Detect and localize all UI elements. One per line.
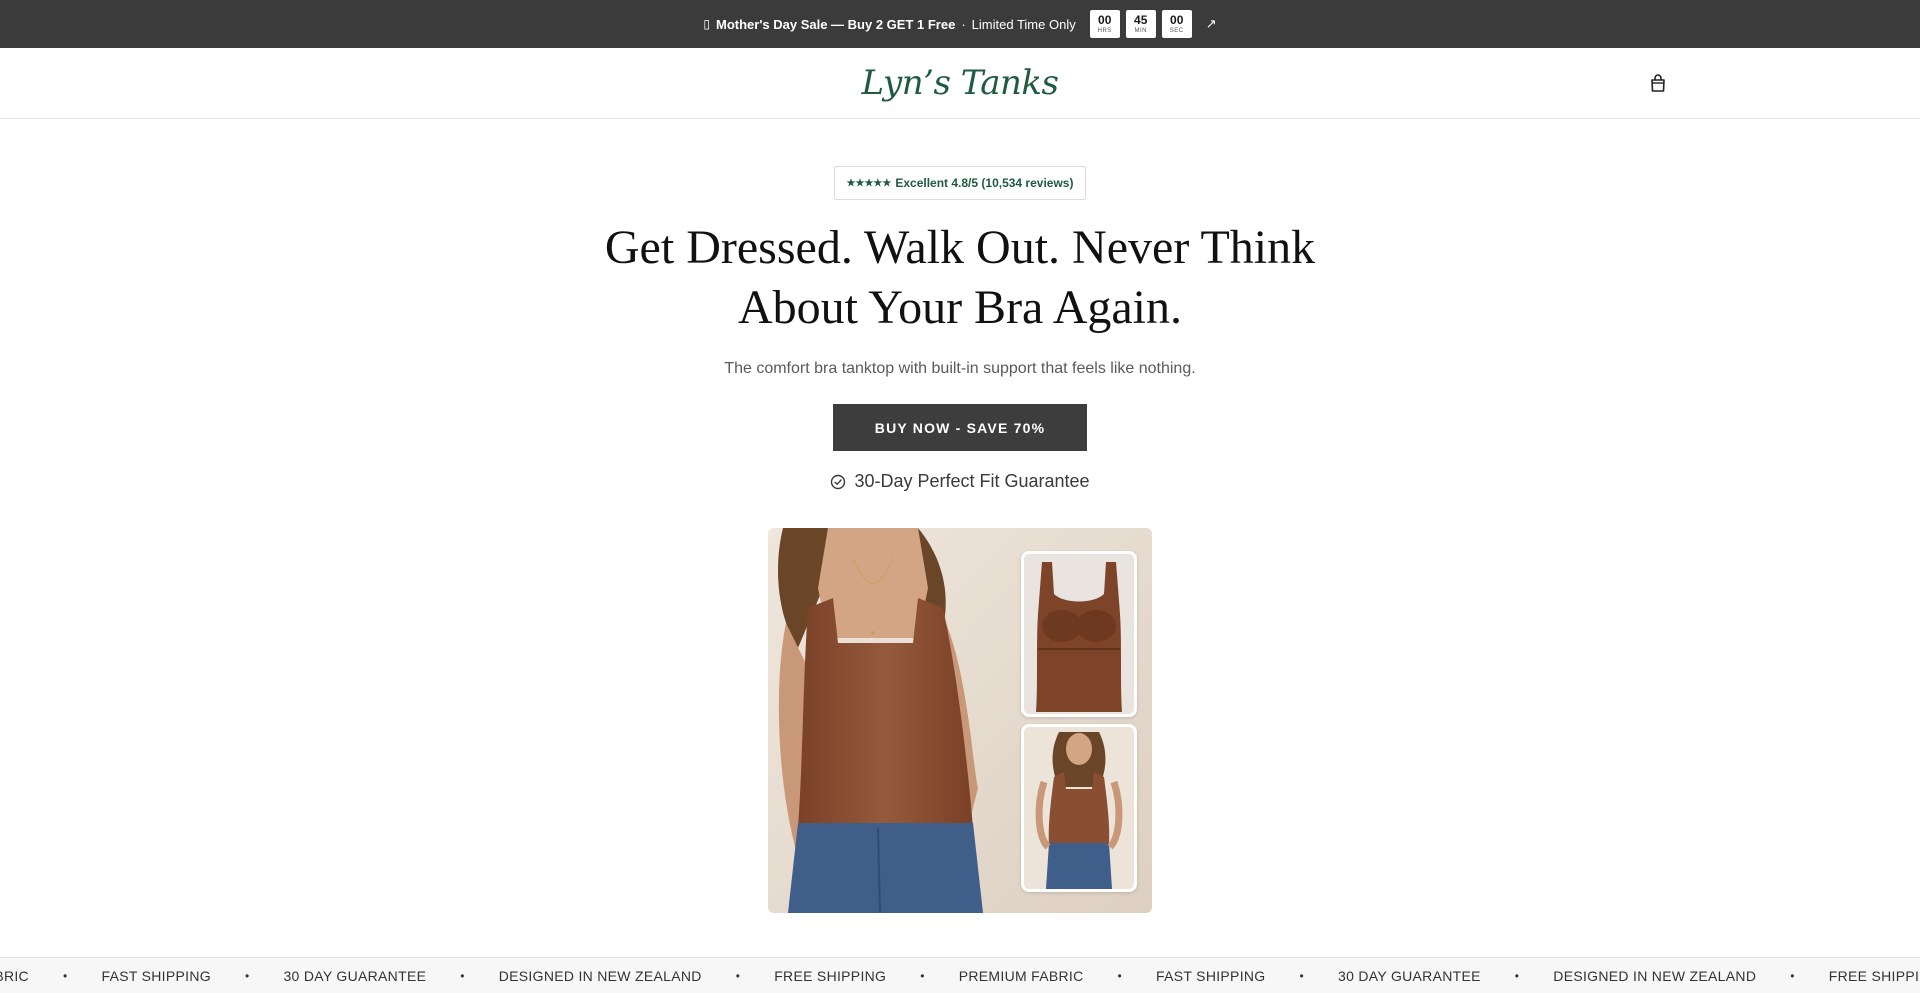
announcement-message: ▯ Mother's Day Sale — Buy 2 GET 1 Free ·… [703,17,1075,32]
check-circle-icon [831,474,846,489]
marquee-separator: • [920,969,925,983]
announcement-bold-text: Mother's Day Sale — Buy 2 GET 1 Free [715,16,956,32]
marquee-separator: • [1790,969,1795,983]
marquee-item: DESIGNED IN NEW ZEALAND [498,968,702,984]
product-thumbnail-flat[interactable] [1021,551,1137,717]
site-header: Lyn’s Tanks [0,48,1920,119]
marquee-item: 30 DAY GUARANTEE [1338,968,1481,984]
rating-badge: ★★★★★ Excellent 4.8/5 (10,534 reviews) [833,166,1087,200]
timer-seconds-unit: SEC [1169,28,1184,34]
rating-text: Excellent 4.8/5 (10,534 reviews) [895,176,1074,190]
announcement-extra-text: Limited Time Only [971,16,1076,32]
timer-seconds-value: 00 [1170,13,1184,27]
product-image [768,528,1152,913]
marquee-item: FREE SHIPPI [1828,968,1920,984]
marquee-separator: • [735,969,741,983]
hero-subheadline: The comfort bra tanktop with built-in su… [724,360,1196,377]
timer-minutes-unit: MIN [1134,28,1147,34]
announcement-bar: ▯ Mother's Day Sale — Buy 2 GET 1 Free ·… [0,0,1920,48]
marquee-separator: • [1299,969,1304,983]
marquee-separator: • [1117,969,1123,983]
marquee-separator: • [460,969,465,983]
benefits-marquee: N FABRIC • FAST SHIPPING • 30 DAY GUARAN… [0,957,1920,993]
shopping-bag-icon[interactable] [1648,72,1668,94]
hero-headline: Get Dressed. Walk Out. Never Think About… [604,221,1316,334]
marquee-item: DESIGNED IN NEW ZEALAND [1553,968,1757,984]
rating-stars-icon: ★★★★★ [846,177,892,189]
marquee-separator: • [62,969,68,983]
countdown-timer: 00 HRS 45 MIN 00 SEC [1089,10,1192,38]
marquee-item: FAST SHIPPING [101,968,211,984]
product-thumbnail-model[interactable] [1021,724,1137,892]
model-thumbnail-photo [1024,727,1134,889]
hero-section: ★★★★★ Excellent 4.8/5 (10,534 reviews) G… [0,119,1920,913]
marquee-separator: • [1514,969,1520,983]
gift-icon: ▯ [703,17,710,31]
guarantee-line: 30-Day Perfect Fit Guarantee [830,471,1090,492]
timer-seconds: 00 SEC [1161,10,1192,38]
marquee-item: FAST SHIPPING [1156,968,1266,984]
guarantee-text: 30-Day Perfect Fit Guarantee [854,471,1090,491]
marquee-item: 30 DAY GUARANTEE [283,968,427,984]
announcement-separator: · [961,16,966,32]
marquee-item: PREMIUM FABRIC [958,968,1084,984]
arrow-up-right-icon[interactable]: ↗ [1206,16,1217,32]
marquee-track: N FABRIC • FAST SHIPPING • 30 DAY GUARAN… [0,958,1919,993]
timer-minutes: 45 MIN [1125,10,1156,38]
brand-logo[interactable]: Lyn’s Tanks [862,63,1059,103]
tank-flat-photo [1024,554,1134,714]
marquee-separator: • [244,969,250,983]
timer-minutes-value: 45 [1134,13,1148,27]
buy-now-button[interactable]: BUY NOW - SAVE 70% [833,404,1087,451]
timer-hours-unit: HRS [1097,28,1112,34]
timer-hours-value: 00 [1098,13,1112,27]
marquee-item: FREE SHIPPING [774,968,887,984]
marquee-item: N FABRIC [0,968,29,984]
timer-hours: 00 HRS [1089,10,1120,38]
